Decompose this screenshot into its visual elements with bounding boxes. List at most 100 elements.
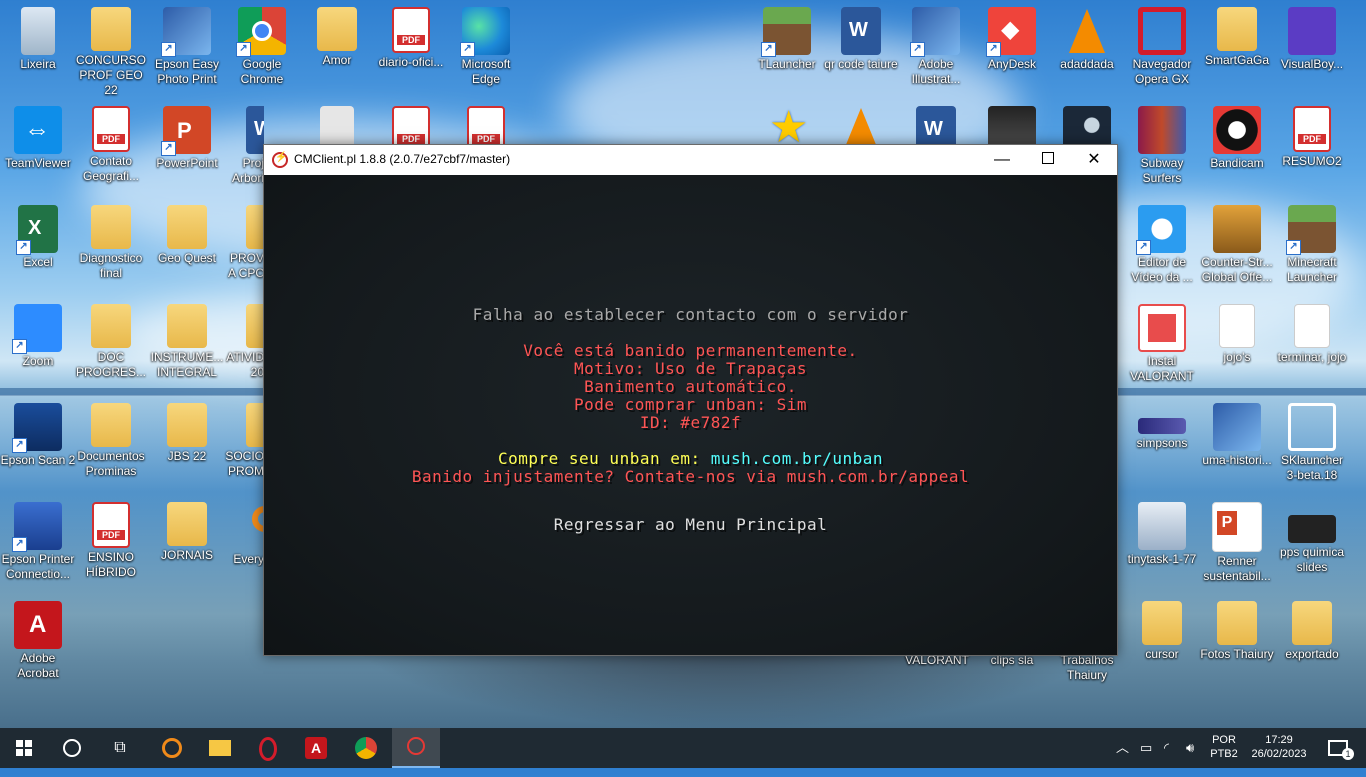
desktop-icon-pdf-b[interactable]: [448, 99, 524, 145]
desktop-icon-zoom[interactable]: ↗ Zoom: [0, 297, 76, 369]
desktop-icon-ativid[interactable]: ATIVID 20: [224, 297, 264, 380]
desktop-icon-media[interactable]: [974, 99, 1050, 145]
desktop-icon-steam[interactable]: [1049, 99, 1125, 145]
desktop-icon-video-editor[interactable]: ↗ Editor de Vídeo da ...: [1124, 198, 1200, 285]
show-hidden-icons-button[interactable]: ︿: [1116, 740, 1129, 756]
desktop-icon-lixeira[interactable]: Lixeira: [0, 0, 76, 72]
desktop-icon-tlauncher[interactable]: ↗ TLauncher: [749, 0, 825, 72]
desktop-icon-diario[interactable]: diario-ofici...: [373, 0, 449, 70]
minimize-button[interactable]: —: [979, 145, 1025, 175]
icon-label: Fotos Thaiury: [1200, 647, 1274, 661]
desktop-icon-doc-progres[interactable]: DOC PROGRES...: [73, 297, 149, 380]
bandicam-icon: [1213, 106, 1261, 154]
start-button[interactable]: [0, 728, 48, 768]
desktop-icon-excel[interactable]: ↗Excel: [0, 198, 76, 270]
battery-icon[interactable]: ▭: [1140, 740, 1152, 756]
desktop-icon-bandicam[interactable]: Bandicam: [1199, 99, 1275, 171]
desktop-icon-opera[interactable]: Navegador Opera GX: [1124, 0, 1200, 87]
desktop-icon-exportado[interactable]: exportado: [1274, 594, 1350, 662]
taskbar-acrobat[interactable]: A: [292, 728, 340, 768]
desktop-icon-epson-photo[interactable]: ↗ Epson Easy Photo Print: [149, 0, 225, 87]
desktop-icon-amor[interactable]: Amor: [299, 0, 375, 68]
volume-icon[interactable]: 🔊︎: [1186, 740, 1194, 756]
desktop-icon-jbs[interactable]: JBS 22: [149, 396, 225, 464]
icon-label: INSTRUME... INTEGRAL: [150, 350, 224, 379]
pdf-icon: [392, 106, 430, 145]
desktop-icon-instrume[interactable]: INSTRUME... INTEGRAL: [149, 297, 225, 380]
task-view-button[interactable]: ⧉: [96, 728, 144, 768]
desktop-icon-sklauncher[interactable]: SKlauncher 3-beta.18: [1274, 396, 1350, 483]
taskbar-file-explorer[interactable]: [196, 728, 244, 768]
ban-line: Pode comprar unban: Sim: [573, 395, 808, 414]
icon-label: SmartGaGa: [1204, 53, 1270, 67]
pdf-icon: [467, 106, 505, 145]
taskbar-cmclient[interactable]: [392, 728, 440, 768]
desktop-icon-concurso[interactable]: CONCURSO PROF GEO 22: [73, 0, 149, 98]
search-button[interactable]: [48, 728, 96, 768]
desktop-icon-cursor[interactable]: cursor: [1124, 594, 1200, 662]
desktop-icon-anydesk[interactable]: ↗AnyDesk: [974, 0, 1050, 72]
desktop-icon-visualboy[interactable]: VisualBoy...: [1274, 0, 1350, 72]
desktop-icon-valorant-install[interactable]: Instal VALORANT: [1124, 297, 1200, 384]
desktop-icon-ensino[interactable]: ENSINO HÍBRIDO: [73, 495, 149, 580]
desktop-icon-jojos[interactable]: jojo's: [1199, 297, 1275, 365]
icon-label: Renner sustentabil...: [1203, 554, 1271, 583]
desktop-icon-historia[interactable]: uma-histori...: [1199, 396, 1275, 468]
icon-label: Bandicam: [1210, 156, 1264, 170]
desktop-icon-acrobat[interactable]: Adobe Acrobat: [0, 594, 76, 681]
wifi-icon[interactable]: ◜: [1164, 740, 1169, 756]
desktop-icon-pps[interactable]: pps quimica slides: [1274, 495, 1350, 575]
desktop-icon-star[interactable]: [749, 99, 825, 145]
desktop-icon-documentos[interactable]: Documentos Prominas: [73, 396, 149, 479]
vlc-icon: [1063, 7, 1111, 55]
desktop-icon-vlc2[interactable]: [823, 99, 899, 145]
desktop-icon-simpsons[interactable]: simpsons: [1124, 396, 1200, 451]
desktop-icon-csgo[interactable]: Counter-Str... Global Offe...: [1199, 198, 1275, 285]
clock-time: 17:29: [1265, 734, 1293, 746]
desktop-icon-gear[interactable]: [299, 99, 375, 145]
desktop-icon-epson-scan[interactable]: ↗ Epson Scan 2: [0, 396, 76, 468]
desktop-icon-smartgaga[interactable]: SmartGaGa: [1199, 0, 1275, 68]
icon-label: Excel: [23, 255, 53, 269]
desktop-icon-prova[interactable]: PROVA CPC: [224, 198, 264, 281]
desktop-icon-subway[interactable]: Subway Surfers: [1124, 99, 1200, 186]
desktop-icon-teamviewer[interactable]: TeamViewer: [0, 99, 76, 171]
desktop-icon-proj[interactable]: Proj Arbori: [224, 99, 264, 186]
desktop-icon-qrcode[interactable]: qr code taiure: [823, 0, 899, 72]
maximize-button[interactable]: [1025, 145, 1071, 175]
desktop-icon-terminar[interactable]: terminar, jojo: [1274, 297, 1350, 365]
desktop-icon-word2[interactable]: [898, 99, 974, 145]
desktop-icon-everything[interactable]: Every: [224, 495, 264, 567]
desktop-icon-illustrator[interactable]: ↗ Adobe Illustrat...: [898, 0, 974, 87]
icon-label: terminar, jojo: [1277, 350, 1347, 364]
desktop-icon-socio[interactable]: SOCIO PROM: [224, 396, 264, 479]
clock[interactable]: 17:29 26/02/2023: [1244, 733, 1314, 761]
desktop-icon-jornais[interactable]: JORNAIS: [149, 495, 225, 563]
desktop-icon-pdf-a[interactable]: [373, 99, 449, 145]
desktop-icon-tinytask[interactable]: tinytask-1-77: [1124, 495, 1200, 567]
desktop-icon-epson-printer[interactable]: ↗ Epson Printer Connectio...: [0, 495, 76, 582]
desktop-icon-resumo2[interactable]: RESUMO2: [1274, 99, 1350, 169]
taskbar-opera[interactable]: [244, 728, 292, 768]
desktop-icon-minecraft-launcher[interactable]: ↗ Minecraft Launcher: [1274, 198, 1350, 285]
desktop-icon-edge[interactable]: ↗ Microsoft Edge: [448, 0, 524, 87]
desktop-icon-diagnostico[interactable]: Diagnostico final: [73, 198, 149, 281]
icon-label: Subway Surfers: [1140, 156, 1184, 185]
taskbar-chrome[interactable]: [342, 728, 390, 768]
notification-center-button[interactable]: 1: [1318, 728, 1358, 768]
desktop-icon-fotos[interactable]: Fotos Thaiury: [1199, 594, 1275, 662]
desktop-icon-powerpoint[interactable]: ↗PowerPoint: [149, 99, 225, 171]
desktop-icon-renner[interactable]: Renner sustentabil...: [1199, 495, 1275, 584]
back-to-menu-button[interactable]: Regressar ao Menu Principal: [264, 516, 1117, 534]
taskbar-everything[interactable]: [148, 728, 196, 768]
icon-label: Epson Easy Photo Print: [154, 57, 220, 86]
desktop-icon-contato[interactable]: Contato Geografi...: [73, 99, 149, 184]
desktop-icon-chrome[interactable]: ↗ Google Chrome: [224, 0, 300, 87]
pdf-icon: [92, 106, 130, 152]
desktop-label-trabalhos[interactable]: Trabalhos Thaiury: [1049, 653, 1125, 683]
input-language[interactable]: POR PTB2: [1206, 733, 1242, 761]
title-bar[interactable]: CMClient.pl 1.8.8 (2.0.7/e27cbf7/master)…: [264, 145, 1117, 175]
close-button[interactable]: ✕: [1071, 145, 1117, 175]
desktop-icon-geoquest[interactable]: Geo Quest: [149, 198, 225, 266]
desktop-icon-adaddada[interactable]: adaddada: [1049, 0, 1125, 72]
